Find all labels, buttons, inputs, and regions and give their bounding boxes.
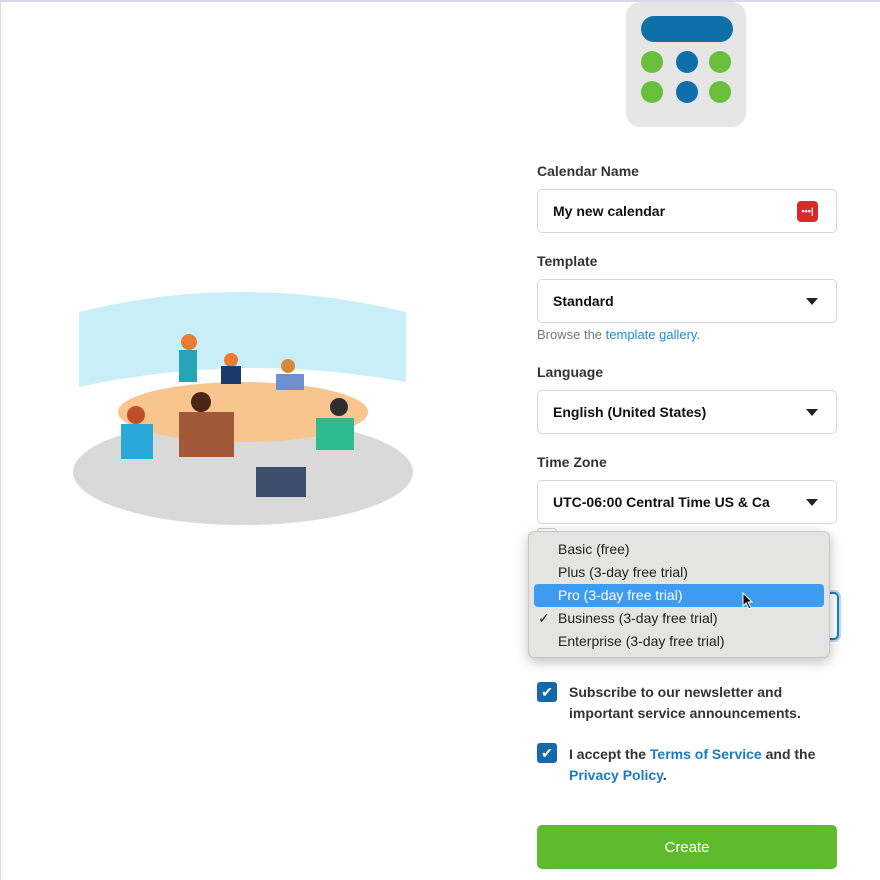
chevron-down-icon (806, 298, 818, 305)
option-label: Basic (free) (558, 541, 630, 557)
option-label: Business (3-day free trial) (558, 610, 718, 626)
option-label: Plus (3-day free trial) (558, 564, 688, 580)
terms-suffix: . (662, 767, 667, 783)
terms-middle: and the (761, 746, 816, 762)
plan-option-pro[interactable]: Pro (3-day free trial) (534, 584, 824, 610)
option-label: Pro (3-day free trial) (558, 587, 683, 603)
template-value: Standard (553, 293, 614, 309)
template-gallery-link[interactable]: template gallery (606, 327, 697, 342)
calendar-name-input[interactable]: My new calendar •••| (537, 189, 837, 233)
privacy-policy-link[interactable]: Privacy Policy (569, 767, 663, 783)
plan-option-plus[interactable]: Plus (3-day free trial) (534, 561, 824, 584)
calendar-name-value: My new calendar (553, 203, 666, 219)
help-text: Browse the (537, 327, 606, 342)
calendar-name-label: Calendar Name (537, 163, 639, 179)
newsletter-label: Subscribe to our newsletter and importan… (569, 684, 801, 721)
chevron-down-icon (806, 409, 818, 416)
terms-label: I accept the Terms of Service and the Pr… (569, 744, 839, 786)
newsletter-checkbox[interactable]: ✔ (537, 682, 557, 702)
language-label: Language (537, 364, 604, 380)
plan-dropdown-menu[interactable]: Basic (free) Plus (3-day free trial) Pro… (528, 531, 830, 658)
option-label: Enterprise (3-day free trial) (558, 633, 725, 649)
time-zone-select[interactable]: UTC-06:00 Central Time US & Ca (537, 480, 837, 524)
template-label: Template (537, 253, 598, 269)
meeting-illustration (73, 292, 413, 525)
help-suffix: . (696, 327, 701, 342)
checkmark-icon: ✓ (538, 610, 550, 626)
create-button[interactable]: Create (537, 825, 837, 869)
language-select[interactable]: English (United States) (537, 390, 837, 434)
terms-of-service-link[interactable]: Terms of Service (650, 746, 762, 762)
plan-option-enterprise[interactable]: Enterprise (3-day free trial) (534, 630, 824, 653)
time-zone-value: UTC-06:00 Central Time US & Ca (553, 494, 770, 510)
plan-option-business[interactable]: ✓ Business (3-day free trial) (534, 607, 824, 630)
calendar-logo (626, 2, 746, 127)
language-value: English (United States) (553, 404, 707, 420)
checkmark-icon: ✔ (541, 745, 553, 761)
terms-prefix: I accept the (569, 746, 650, 762)
plan-option-basic[interactable]: Basic (free) (534, 538, 824, 561)
template-help: Browse the template gallery. (537, 327, 700, 342)
time-zone-label: Time Zone (537, 454, 607, 470)
password-manager-icon[interactable]: •••| (797, 201, 818, 222)
chevron-down-icon (806, 499, 818, 506)
checkmark-icon: ✔ (541, 684, 553, 700)
template-select[interactable]: Standard (537, 279, 837, 323)
terms-checkbox[interactable]: ✔ (537, 743, 557, 763)
